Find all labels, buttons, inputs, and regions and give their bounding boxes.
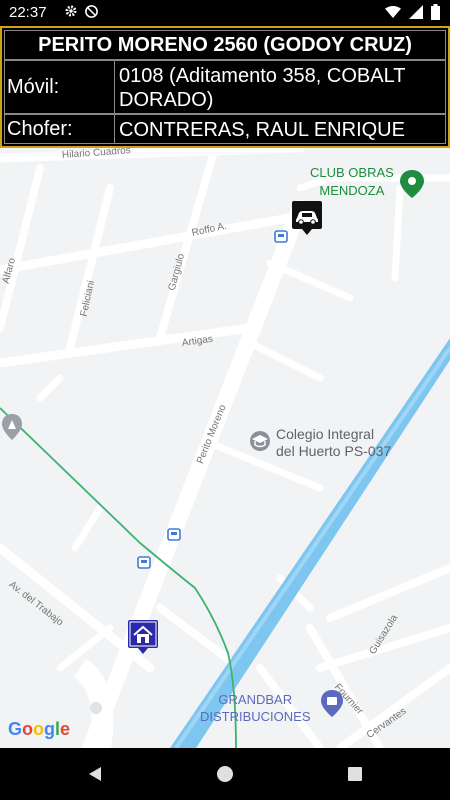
- wifi-icon: [385, 6, 401, 18]
- bus-stop-icon: [274, 230, 288, 243]
- chofer-label: Chofer:: [5, 115, 115, 143]
- poi-club-line2: MENDOZA: [319, 183, 385, 198]
- chofer-value: CONTRERAS, RAUL ENRIQUE: [119, 119, 405, 141]
- bus-stop-icon: [167, 528, 181, 541]
- poi-grandbar-line2: DISTRIBUCIONES: [200, 709, 311, 724]
- battery-icon: [431, 4, 440, 20]
- place-pin-icon: [2, 414, 22, 440]
- home-button[interactable]: [215, 764, 235, 784]
- recents-button[interactable]: [345, 764, 365, 784]
- back-button[interactable]: [85, 764, 105, 784]
- chofer-row: Chofer: CONTRERAS, RAUL ENRIQUE: [4, 114, 446, 144]
- gear-icon: [65, 5, 77, 17]
- poi-colegio-integral[interactable]: Colegio Integral del Huerto PS-037: [276, 426, 391, 460]
- movil-value: 0108 (Aditamento 358, COBALT DORADO): [119, 65, 406, 111]
- google-logo: Google: [8, 719, 71, 739]
- back-icon: [89, 767, 101, 781]
- map-view[interactable]: Hilario Cuadros Roffo A. Alfaro Felician…: [0, 148, 450, 748]
- movil-label: Móvil:: [5, 61, 115, 113]
- poi-grandbar-line1: GRANDBAR: [218, 692, 293, 707]
- poi-colegio-line2: del Huerto PS-037: [276, 443, 392, 459]
- movil-row: Móvil: 0108 (Aditamento 358, COBALT DORA…: [4, 60, 446, 114]
- home-marker[interactable]: [128, 620, 158, 654]
- car-icon: [292, 201, 322, 235]
- status-time: 22:37: [9, 4, 47, 21]
- place-pin-icon: [400, 170, 424, 198]
- home-icon: [128, 620, 158, 654]
- poi-colegio-line1: Colegio Integral: [276, 426, 375, 442]
- status-bar: 22:37: [0, 0, 450, 26]
- home-circle-icon: [217, 766, 233, 782]
- poi-club-line1: CLUB OBRAS: [310, 165, 394, 180]
- bus-stop-icon: [137, 556, 151, 569]
- school-icon: [250, 431, 270, 451]
- poi-grandbar[interactable]: GRANDBAR DISTRIBUCIONES: [200, 691, 311, 725]
- poi-club-obras-mendoza[interactable]: CLUB OBRAS MENDOZA: [310, 164, 394, 200]
- navigation-bar: [0, 748, 450, 800]
- vehicle-info-panel: PERITO MORENO 2560 (GODOY CRUZ) Móvil: 0…: [0, 26, 450, 148]
- car-marker[interactable]: [292, 201, 322, 235]
- address-title: PERITO MORENO 2560 (GODOY CRUZ): [4, 30, 446, 60]
- signal-icon: [409, 5, 423, 19]
- at-sign-icon: [85, 5, 98, 18]
- recents-icon: [348, 767, 362, 781]
